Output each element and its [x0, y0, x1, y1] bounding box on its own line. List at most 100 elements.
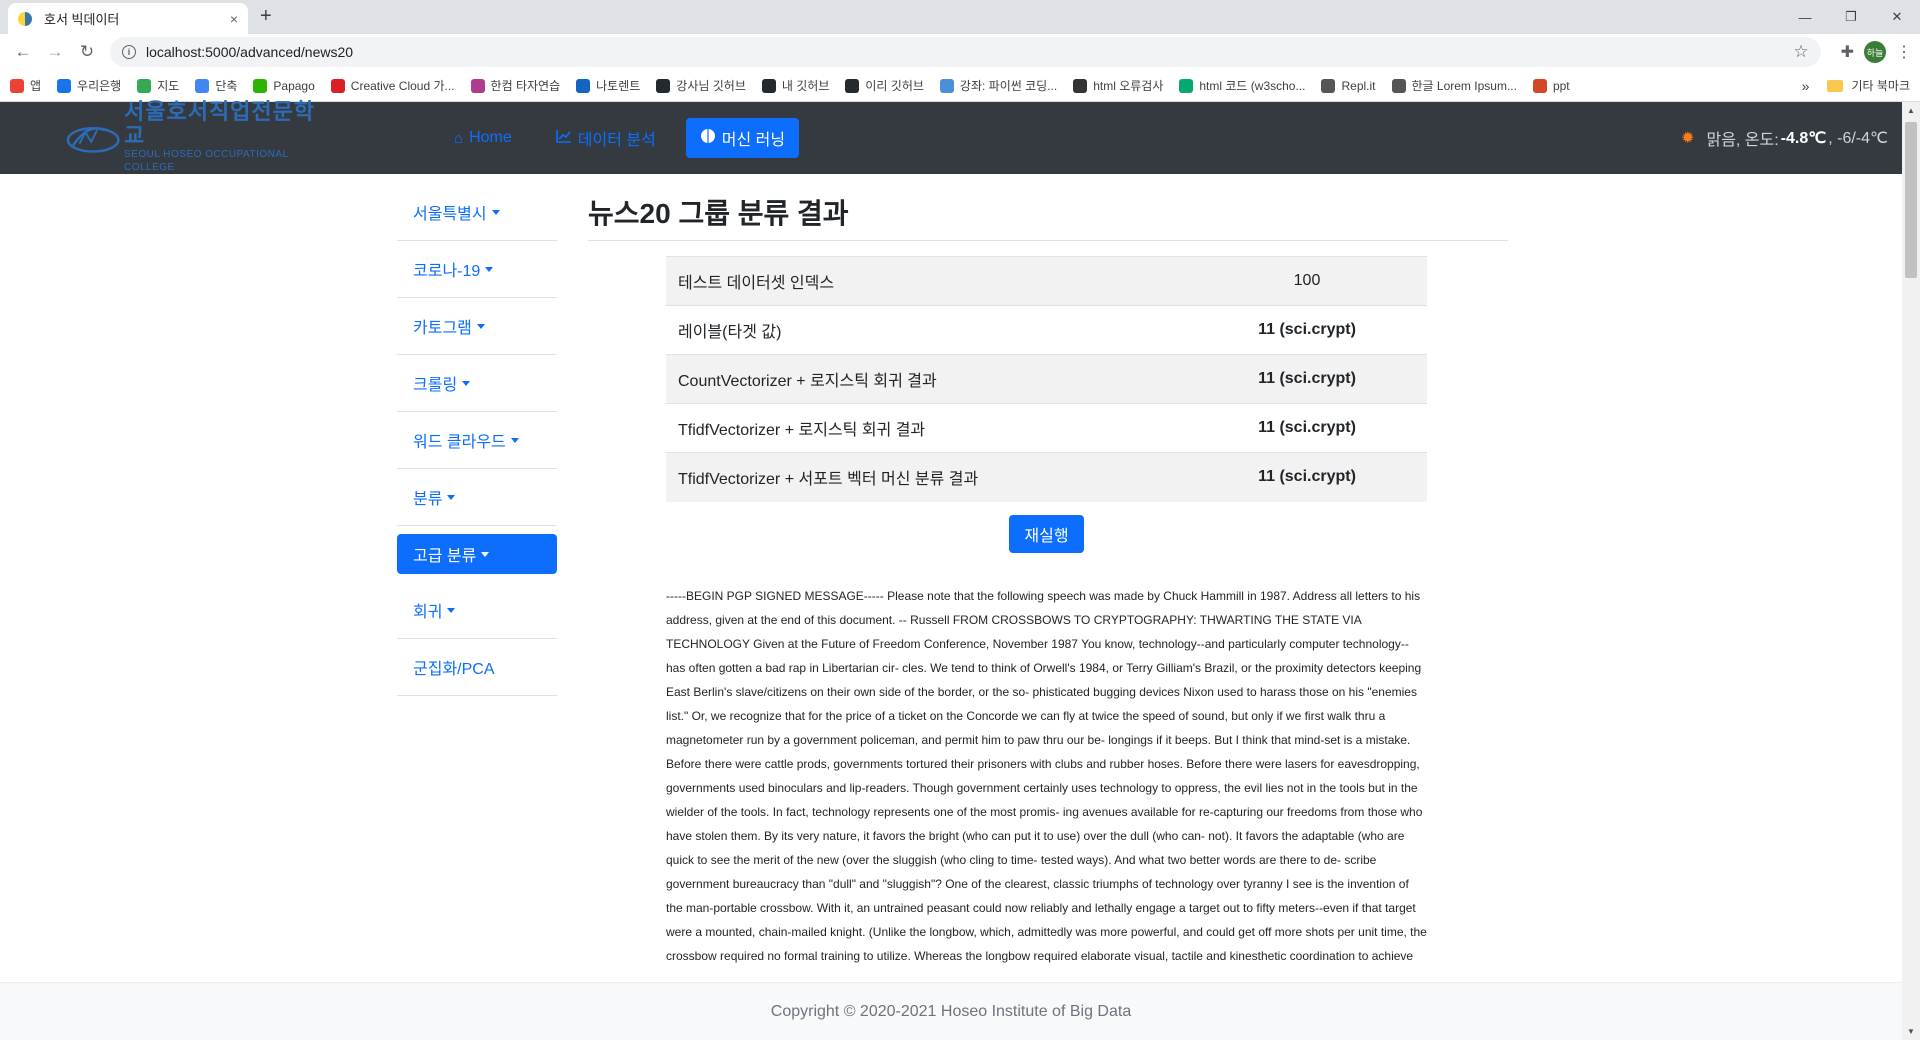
- bookmark-label: 단축: [215, 79, 238, 93]
- sidebar-item[interactable]: 분류: [397, 469, 557, 526]
- sidebar-item[interactable]: 서울특별시: [397, 184, 557, 241]
- bookmarks-bar: 앱 우리은행 지도 단축 Papago Creative Cloud 가... 한컴 타자연…: [0, 70, 1920, 102]
- scrollbar-thumb[interactable]: [1905, 122, 1917, 278]
- close-window-button[interactable]: ✕: [1874, 0, 1920, 34]
- bookmark-label: html 오류검사: [1093, 79, 1164, 93]
- profile-avatar[interactable]: 하늘: [1864, 41, 1886, 63]
- bookmark-item[interactable]: 한컴 타자연습: [470, 77, 560, 94]
- sidebar-menu: 서울특별시 코로나-19 카토그램크롤링워드 클라우드분류고급 분류회귀 군집화/PC…: [397, 184, 557, 696]
- sidebar-item-label: 크롤링: [413, 377, 458, 394]
- bookmark-favicon-icon: [576, 78, 591, 93]
- bookmark-favicon-icon: [656, 78, 671, 93]
- address-bar[interactable]: i localhost:5000/advanced/news20 ☆: [110, 37, 1821, 67]
- browser-menu-icon[interactable]: ⋮: [1896, 42, 1912, 62]
- page-scrollbar[interactable]: ▲ ▼: [1902, 102, 1920, 1040]
- back-button[interactable]: ←: [8, 37, 38, 67]
- bookmark-item[interactable]: 앱: [10, 77, 41, 94]
- other-bookmarks-link[interactable]: 기타 북마크: [1851, 77, 1910, 94]
- bookmark-item[interactable]: 강사님 깃허브: [656, 77, 746, 94]
- caret-down-icon: [462, 380, 471, 386]
- restore-button[interactable]: ❐: [1828, 0, 1874, 34]
- bookmark-item[interactable]: 단축: [195, 77, 237, 94]
- sidebar-item[interactable]: 크롤링: [397, 355, 557, 412]
- row-value: 11 (sci.crypt): [1187, 403, 1427, 453]
- browser-tab[interactable]: 호서 빅데이터 ×: [8, 3, 248, 34]
- caret-down-icon: [447, 607, 456, 613]
- copyright-text: Copyright © 2020-2021 Hoseo Institute of…: [770, 1002, 1132, 1020]
- nav-data-analysis-label: 데이터 분석: [577, 132, 656, 149]
- bookmark-item[interactable]: ppt: [1532, 78, 1570, 93]
- bookmark-star-icon[interactable]: ☆: [1793, 42, 1808, 62]
- weather-range: , -6/-4℃: [1828, 130, 1888, 147]
- bookmark-label: 이리 깃허브: [865, 79, 924, 93]
- rerun-button[interactable]: 재실행: [1009, 515, 1084, 553]
- page-title: 뉴스20 그룹 분류 결과: [588, 198, 849, 229]
- sidebar-item[interactable]: 회귀: [397, 582, 557, 639]
- bookmark-item[interactable]: Creative Cloud 가...: [330, 77, 455, 94]
- title-divider: [588, 240, 1508, 241]
- nav-data-analysis[interactable]: 데이터 분석: [542, 118, 670, 158]
- bookmark-item[interactable]: 이리 깃허브: [845, 77, 924, 94]
- row-value: 11 (sci.crypt): [1187, 452, 1427, 502]
- scroll-down-arrow-icon[interactable]: ▼: [1902, 1023, 1920, 1040]
- sidebar-item[interactable]: 고급 분류: [397, 534, 557, 574]
- bookmark-item[interactable]: html 코드 (w3scho...: [1179, 77, 1305, 94]
- college-logo[interactable]: 서울호서직업전문학교 SEOUL HOSEO OCCUPATIONAL COLL…: [64, 100, 336, 173]
- sidebar-item-label: 분류: [413, 491, 443, 508]
- site-info-icon[interactable]: i: [122, 45, 136, 59]
- sidebar-item[interactable]: 군집화/PCA: [397, 639, 557, 696]
- bookmark-favicon-icon: [1532, 78, 1547, 93]
- forward-button[interactable]: →: [40, 37, 70, 67]
- home-icon: ⌂: [454, 129, 464, 147]
- bookmark-favicon-icon: [137, 78, 152, 93]
- nav-machine-learning[interactable]: 머신 러닝: [685, 118, 800, 158]
- bookmark-favicon-icon: [330, 78, 345, 93]
- bookmark-favicon-icon: [10, 78, 24, 93]
- bookmark-favicon-icon: [195, 78, 210, 93]
- weather-temperature: -4.8℃: [1780, 130, 1827, 147]
- row-label: 테스트 데이터셋 인덱스: [666, 256, 1187, 306]
- bookmark-favicon-icon: [939, 78, 954, 93]
- bookmark-item[interactable]: 지도: [137, 77, 179, 94]
- sidebar-item-label: 워드 클라우드: [413, 434, 506, 451]
- bookmark-label: 한글 Lorem Ipsum...: [1411, 79, 1517, 93]
- row-value: 11 (sci.crypt): [1187, 305, 1427, 355]
- bookmark-label: 우리은행: [77, 79, 122, 93]
- new-tab-button[interactable]: +: [260, 5, 272, 28]
- nav-home[interactable]: ⌂ Home: [440, 118, 526, 158]
- bookmark-item[interactable]: 내 깃허브: [761, 77, 830, 94]
- sidebar-item[interactable]: 코로나-19: [397, 241, 557, 298]
- weather-prefix: 맑음, 온도:: [1706, 132, 1779, 149]
- bookmark-label: 강사님 깃허브: [676, 79, 746, 93]
- browser-tabstrip: 호서 빅데이터 × + — ❐ ✕: [0, 0, 1920, 34]
- bookmark-label: 내 깃허브: [781, 79, 830, 93]
- tab-close-icon[interactable]: ×: [230, 11, 238, 27]
- bookmark-item[interactable]: 우리은행: [57, 77, 121, 94]
- scroll-up-arrow-icon[interactable]: ▲: [1902, 102, 1920, 119]
- bookmark-item[interactable]: html 오류검사: [1073, 77, 1163, 94]
- window-controls: — ❐ ✕: [1782, 0, 1920, 34]
- extensions-icon[interactable]: ✚: [1841, 42, 1854, 62]
- bookmark-favicon-icon: [1391, 78, 1406, 93]
- test-document-text: -----BEGIN PGP SIGNED MESSAGE----- Pleas…: [666, 589, 1427, 963]
- row-label: CountVectorizer + 로지스틱 회귀 결과: [666, 354, 1187, 404]
- minimize-button[interactable]: —: [1782, 0, 1828, 34]
- sidebar-item[interactable]: 카토그램: [397, 298, 557, 355]
- nav-home-label: Home: [469, 129, 512, 146]
- bookmark-item[interactable]: 강좌: 파이썬 코딩...: [939, 77, 1057, 94]
- bookmark-item[interactable]: 나토렌트: [576, 77, 640, 94]
- logo-korean-name: 서울호서직업전문학교: [123, 99, 316, 148]
- bookmark-item[interactable]: 한글 Lorem Ipsum...: [1391, 77, 1517, 94]
- bookmark-favicon-icon: [1179, 78, 1194, 93]
- row-value: 100: [1187, 256, 1427, 306]
- url-text[interactable]: localhost:5000/advanced/news20: [146, 44, 1793, 60]
- logo-text: 서울호서직업전문학교 SEOUL HOSEO OCCUPATIONAL COLL…: [124, 100, 336, 174]
- reload-button[interactable]: ↻: [72, 37, 102, 67]
- more-bookmarks-button[interactable]: »: [1802, 78, 1810, 94]
- bookmarks-right: » 기타 북마크: [1802, 77, 1910, 94]
- sidebar-item[interactable]: 워드 클라우드: [397, 412, 557, 469]
- bookmark-item[interactable]: Repl.it: [1321, 78, 1376, 93]
- bookmark-list: 앱 우리은행 지도 단축 Papago Creative Cloud 가... 한컴 타자연…: [10, 77, 1586, 94]
- bookmark-item[interactable]: Papago: [253, 78, 315, 93]
- folder-icon: [1827, 79, 1844, 92]
